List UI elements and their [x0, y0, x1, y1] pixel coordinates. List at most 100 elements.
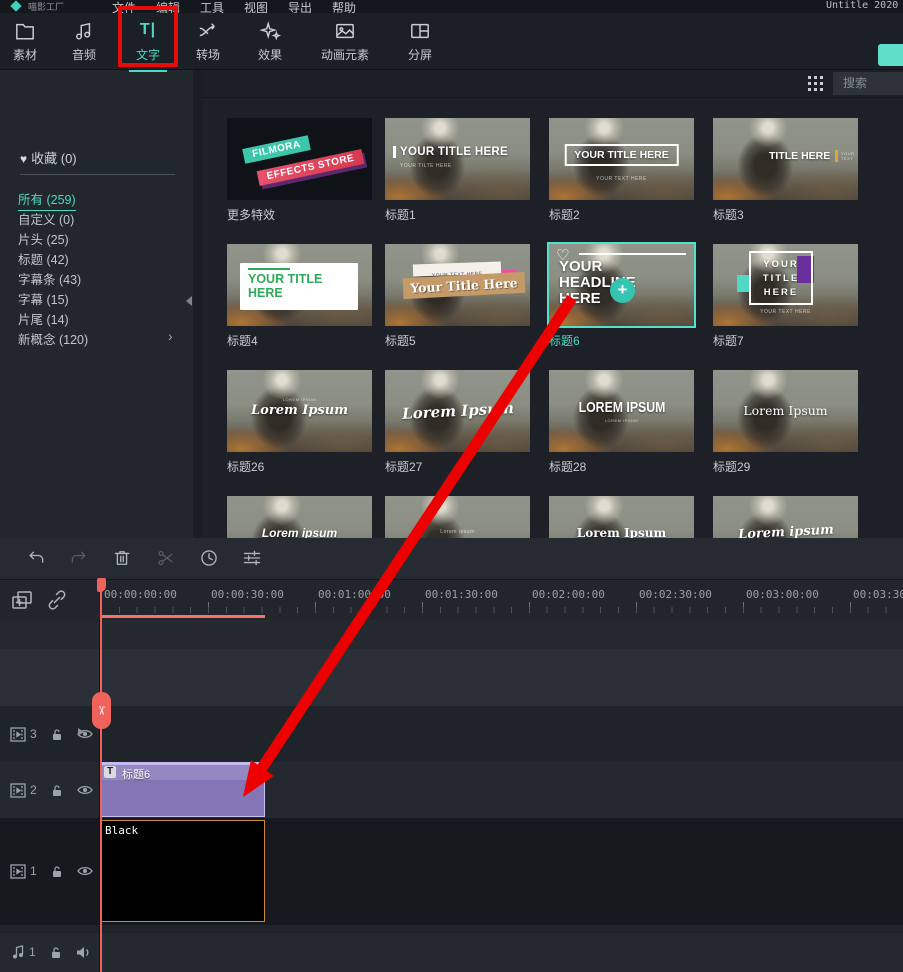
sidebar-item-new-concept[interactable]: 新概念 (120): [18, 329, 88, 348]
template-label: 标题1: [385, 206, 530, 223]
template-thumbnail[interactable]: LOREM IPSUM Lorem Ipsum: [227, 370, 372, 452]
lock-icon[interactable]: [50, 946, 62, 959]
search-input[interactable]: 搜索: [833, 72, 903, 95]
tab-splitscreen[interactable]: 分屏: [399, 21, 441, 69]
chevron-right-icon[interactable]: ›: [168, 328, 173, 344]
template-thumbnail[interactable]: YOUR TITLE HERE YOUR TILTE HERE: [385, 118, 530, 200]
template-label: 标题27: [385, 458, 530, 475]
template-label: 标题5: [385, 332, 530, 349]
selected-template-thumbnail[interactable]: ♡ YOUR HEADLINE HERE +: [549, 244, 694, 326]
ruler-minor-ticks[interactable]: [101, 607, 903, 613]
tab-media[interactable]: 素材: [4, 21, 46, 69]
lock-icon[interactable]: [51, 865, 63, 878]
trash-icon[interactable]: [112, 548, 134, 570]
lock-icon[interactable]: [51, 784, 63, 797]
redo-icon[interactable]: [69, 548, 91, 570]
expand-track-icon[interactable]: [78, 728, 84, 736]
add-track-icon[interactable]: [10, 588, 34, 617]
sidebar-item-all[interactable]: 所有 (259): [18, 189, 76, 211]
sidebar-item-openers[interactable]: 片头 (25): [18, 229, 69, 248]
tab-elements[interactable]: 动画元素: [315, 21, 375, 69]
effects-store-thumbnail[interactable]: FILMORA EFFECTS STORE: [227, 118, 372, 200]
sidebar-favorites[interactable]: ♥收藏 (0): [20, 148, 77, 167]
brand-name: 喵影工厂: [28, 0, 64, 13]
timecode: 00:02:30:00: [639, 588, 712, 601]
card-more-effects[interactable]: FILMORA EFFECTS STORE 更多特效: [227, 118, 372, 223]
template-thumbnail[interactable]: YOUR TITLE HERE YOUR TEXT HERE: [713, 244, 858, 326]
timecode: 00:03:00:00: [746, 588, 819, 601]
template-thumbnail[interactable]: YOUR TITLE HERE YOUR TEXT HERE: [549, 118, 694, 200]
card-title-5[interactable]: YOUR TEXT HERE Your Title Here 标题5: [385, 244, 530, 349]
video-track-3-row[interactable]: [0, 706, 903, 762]
card-title-26[interactable]: LOREM IPSUM Lorem Ipsum 标题26: [227, 370, 372, 475]
template-label: 标题28: [549, 458, 694, 475]
track-header-audio-1: 1: [0, 942, 100, 962]
template-thumbnail[interactable]: TITLE HERE YOUR TEXT: [713, 118, 858, 200]
card-partial[interactable]: Lorem ipsum: [713, 496, 858, 538]
sidebar-item-end-credits[interactable]: 片尾 (14): [18, 309, 69, 328]
menu-export[interactable]: 导出: [288, 0, 312, 13]
template-thumbnail[interactable]: Lorem Ipsum: [385, 370, 530, 452]
menu-help[interactable]: 帮助: [332, 0, 356, 13]
card-title-4[interactable]: YOUR TITLE HERE 标题4: [227, 244, 372, 349]
clip-label: 标题6: [122, 766, 150, 782]
empty-track-row[interactable]: [0, 649, 903, 706]
sidebar-divider: [20, 174, 175, 175]
add-to-timeline-icon[interactable]: +: [610, 278, 635, 303]
sidebar-item-lower-thirds[interactable]: 字幕条 (43): [18, 269, 81, 288]
clock-icon[interactable]: [199, 548, 221, 570]
card-title-27[interactable]: Lorem Ipsum 标题27: [385, 370, 530, 475]
sidebar-item-subtitles[interactable]: 字幕 (15): [18, 289, 69, 308]
template-thumbnail[interactable]: Lorem Ipsum: [549, 496, 694, 538]
playhead-line[interactable]: [100, 580, 102, 972]
tab-transitions[interactable]: 转场: [187, 21, 229, 69]
card-partial[interactable]: Lorem ipsum: [385, 496, 530, 538]
template-thumbnail[interactable]: Lorem ipsum: [385, 496, 530, 538]
template-thumbnail[interactable]: Lorem Ipsum: [713, 370, 858, 452]
collapse-sidebar-icon[interactable]: [186, 296, 192, 306]
eye-icon[interactable]: [77, 784, 93, 796]
template-thumbnail[interactable]: LOREM IPSUM LOREM IPSUM: [549, 370, 694, 452]
audio-track-icon: [12, 945, 25, 960]
split-screen-icon: [399, 21, 441, 43]
template-thumbnail[interactable]: YOUR TEXT HERE Your Title Here: [385, 244, 530, 326]
tab-effects[interactable]: 效果: [249, 21, 291, 69]
track-header-video-1: 1: [0, 861, 100, 881]
card-title-7[interactable]: YOUR TITLE HERE YOUR TEXT HERE 标题7: [713, 244, 858, 349]
audio-track-1-row[interactable]: [0, 933, 903, 972]
adjust-sliders-icon[interactable]: [242, 548, 264, 570]
card-partial[interactable]: Lorem ipsum: [227, 496, 372, 538]
lock-icon[interactable]: [51, 728, 63, 741]
timecode: 00:03:30:00: [853, 588, 903, 601]
sidebar-item-custom[interactable]: 自定义 (0): [18, 209, 74, 228]
card-title-6-selected[interactable]: ♡ YOUR HEADLINE HERE + 标题6: [549, 244, 694, 349]
card-title-2[interactable]: YOUR TITLE HERE YOUR TEXT HERE 标题2: [549, 118, 694, 223]
card-title-1[interactable]: YOUR TITLE HERE YOUR TILTE HERE 标题1: [385, 118, 530, 223]
card-title-3[interactable]: TITLE HERE YOUR TEXT 标题3: [713, 118, 858, 223]
grid-view-icon[interactable]: [808, 76, 823, 96]
sparkle-icon: [249, 21, 291, 43]
image-icon: [315, 21, 375, 43]
timeline-title-clip[interactable]: T 标题6: [100, 762, 265, 817]
template-thumbnail[interactable]: Lorem ipsum: [713, 496, 858, 538]
track-header-video-2: 2: [0, 780, 100, 800]
eye-icon[interactable]: [77, 865, 93, 877]
empty-track-row[interactable]: [0, 620, 903, 649]
video-track-icon: [10, 727, 26, 742]
speaker-icon[interactable]: [76, 946, 91, 959]
timecode: 00:00:00:00: [104, 588, 177, 601]
undo-icon[interactable]: [26, 548, 48, 570]
timeline-black-clip[interactable]: Black: [100, 820, 265, 922]
menu-view[interactable]: 视图: [244, 0, 268, 13]
card-title-28[interactable]: LOREM IPSUM LOREM IPSUM 标题28: [549, 370, 694, 475]
playhead-scissors-button[interactable]: ✂: [92, 692, 111, 729]
menu-tools[interactable]: 工具: [200, 0, 224, 13]
template-thumbnail[interactable]: Lorem ipsum: [227, 496, 372, 538]
scissors-icon[interactable]: [156, 548, 178, 570]
card-partial[interactable]: Lorem Ipsum: [549, 496, 694, 538]
tab-audio[interactable]: 音频: [63, 21, 105, 69]
card-title-29[interactable]: Lorem Ipsum 标题29: [713, 370, 858, 475]
link-icon[interactable]: [45, 588, 69, 617]
sidebar-item-titles[interactable]: 标题 (42): [18, 249, 69, 268]
template-thumbnail[interactable]: YOUR TITLE HERE: [227, 244, 372, 326]
